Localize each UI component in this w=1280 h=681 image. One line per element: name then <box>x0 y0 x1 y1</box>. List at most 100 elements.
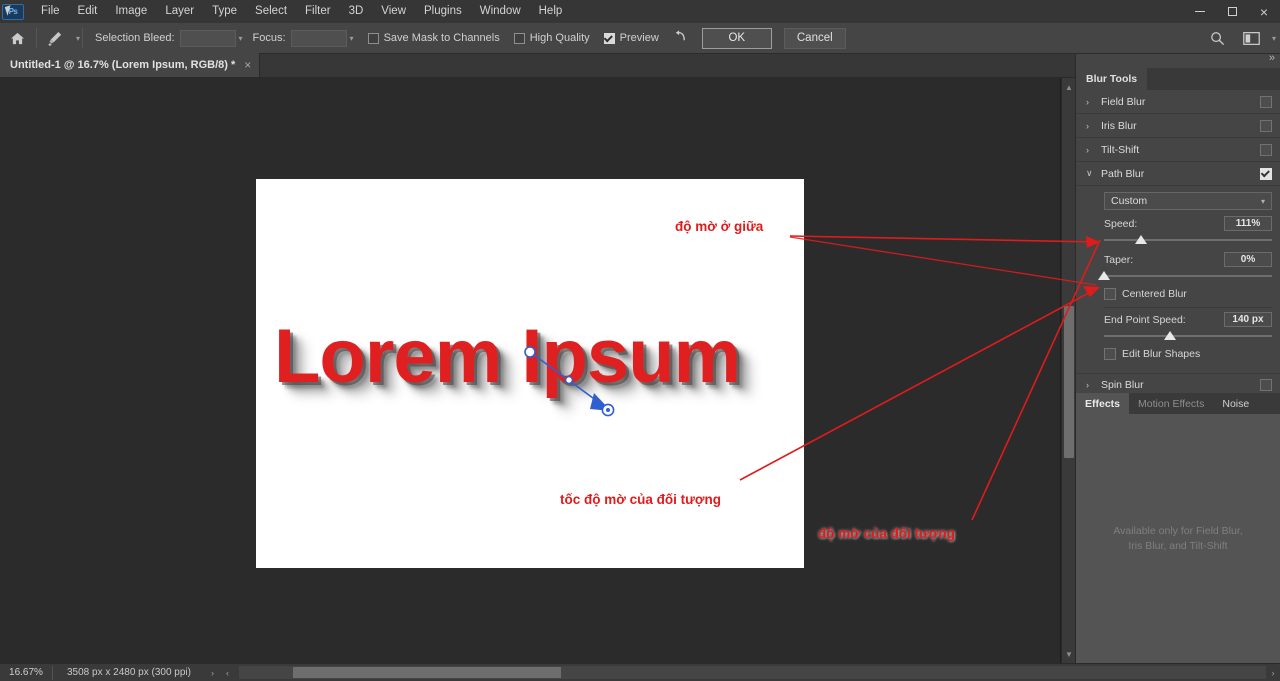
taper-label: Taper: <box>1104 254 1133 266</box>
menu-select[interactable]: Select <box>246 0 296 23</box>
menu-view[interactable]: View <box>372 0 415 23</box>
reset-button[interactable] <box>673 29 688 48</box>
selection-bleed-input[interactable] <box>180 30 236 47</box>
close-button[interactable]: × <box>1248 0 1280 23</box>
slider-thumb[interactable] <box>1135 235 1147 244</box>
high-quality-checkbox[interactable]: High Quality <box>514 32 590 44</box>
menu-type[interactable]: Type <box>203 0 246 23</box>
blur-path-start-handle[interactable] <box>525 347 535 357</box>
path-blur-enable-checkbox[interactable] <box>1260 168 1272 180</box>
canvas-area[interactable]: Lorem Ipsum <box>0 78 1060 663</box>
home-button[interactable] <box>0 23 34 53</box>
section-tilt-shift[interactable]: › Tilt-Shift <box>1076 138 1280 162</box>
speed-value[interactable]: 111% <box>1224 216 1272 231</box>
tool-chevron-down-icon[interactable]: ▾ <box>76 34 80 43</box>
speed-label: Speed: <box>1104 218 1137 230</box>
menu-3d[interactable]: 3D <box>340 0 373 23</box>
path-blur-path-overlay[interactable] <box>256 179 804 568</box>
end-point-speed-slider[interactable] <box>1104 330 1272 342</box>
status-chevron-right-icon[interactable]: › <box>205 668 220 678</box>
effects-unavailable-message: Available only for Field Blur, Iris Blur… <box>1113 524 1242 554</box>
focus-input[interactable] <box>291 30 347 47</box>
section-iris-blur[interactable]: › Iris Blur <box>1076 114 1280 138</box>
scrollbar-thumb[interactable] <box>1064 306 1074 458</box>
zoom-level[interactable]: 16.67% <box>0 667 52 678</box>
menu-file[interactable]: File <box>32 0 69 23</box>
section-spin-blur-label: Spin Blur <box>1101 379 1260 391</box>
artboard[interactable]: Lorem Ipsum <box>256 179 804 568</box>
section-path-blur[interactable]: ∨ Path Blur <box>1076 162 1280 186</box>
chevron-right-icon[interactable]: › <box>1086 380 1096 390</box>
path-blur-preset-value: Custom <box>1111 195 1147 207</box>
reset-undo-icon <box>673 29 688 43</box>
end-point-speed-value[interactable]: 140 px <box>1224 312 1272 327</box>
ok-button[interactable]: OK <box>702 28 772 49</box>
speed-slider[interactable] <box>1104 234 1272 246</box>
collapse-panel-arrows-icon[interactable]: » <box>1269 53 1275 67</box>
taper-slider[interactable] <box>1104 270 1272 282</box>
tab-blur-tools[interactable]: Blur Tools <box>1076 68 1147 90</box>
focus-chevron-down-icon[interactable]: ▾ <box>350 34 354 43</box>
field-blur-enable-checkbox[interactable] <box>1260 96 1272 108</box>
blur-gallery-tool-button[interactable] <box>39 23 73 53</box>
scrollbar-thumb[interactable] <box>293 667 561 678</box>
chevron-down-icon[interactable]: ∨ <box>1086 168 1096 179</box>
search-button[interactable] <box>1201 23 1235 53</box>
slider-thumb[interactable] <box>1164 331 1176 340</box>
section-path-blur-label: Path Blur <box>1101 168 1260 180</box>
workspace-button[interactable] <box>1235 23 1269 53</box>
iris-blur-enable-checkbox[interactable] <box>1260 120 1272 132</box>
scroll-up-arrow-icon[interactable]: ▲ <box>1062 80 1076 94</box>
end-point-speed-label: End Point Speed: <box>1104 314 1186 326</box>
section-tilt-shift-label: Tilt-Shift <box>1101 144 1260 156</box>
spin-blur-enable-checkbox[interactable] <box>1260 379 1272 391</box>
menu-filter[interactable]: Filter <box>296 0 340 23</box>
chevron-down-icon: ▾ <box>1261 197 1265 206</box>
path-blur-preset-select[interactable]: Custom ▾ <box>1104 192 1272 210</box>
document-tab[interactable]: Untitled-1 @ 16.7% (Lorem Ipsum, RGB/8) … <box>0 53 260 77</box>
tab-motion-effects[interactable]: Motion Effects <box>1129 393 1213 414</box>
chevron-right-icon[interactable]: › <box>1086 97 1096 107</box>
blur-path-mid-handle[interactable] <box>566 377 573 384</box>
scroll-down-arrow-icon[interactable]: ▼ <box>1062 647 1076 661</box>
slider-track <box>1104 239 1272 241</box>
chevron-right-icon[interactable]: › <box>1086 121 1096 131</box>
menu-edit[interactable]: Edit <box>69 0 107 23</box>
checkbox-box <box>368 33 379 44</box>
selection-bleed-chevron-down-icon[interactable]: ▾ <box>239 34 243 43</box>
slider-thumb[interactable] <box>1098 271 1110 280</box>
section-field-blur[interactable]: › Field Blur <box>1076 90 1280 114</box>
home-icon <box>10 32 25 45</box>
focus-label: Focus: <box>253 32 286 44</box>
menu-help[interactable]: Help <box>530 0 572 23</box>
horizontal-scrollbar[interactable] <box>239 666 1266 679</box>
selection-bleed-label: Selection Bleed: <box>95 32 175 44</box>
end-point-speed-row: End Point Speed: 140 px <box>1104 312 1272 327</box>
preview-checkbox[interactable]: Preview <box>604 32 659 44</box>
minimize-button[interactable] <box>1184 0 1216 23</box>
menu-layer[interactable]: Layer <box>156 0 203 23</box>
menu-image[interactable]: Image <box>106 0 156 23</box>
edit-blur-shapes-checkbox[interactable]: Edit Blur Shapes <box>1104 348 1272 360</box>
minimize-icon <box>1195 11 1205 12</box>
cancel-button[interactable]: Cancel <box>784 28 846 49</box>
canvas-vertical-scrollbar[interactable]: ▲ ▼ <box>1061 78 1075 663</box>
centered-blur-label: Centered Blur <box>1122 288 1187 300</box>
preview-label: Preview <box>620 32 659 44</box>
scroll-right-arrow-icon[interactable]: › <box>1266 668 1280 678</box>
tilt-shift-enable-checkbox[interactable] <box>1260 144 1272 156</box>
taper-value[interactable]: 0% <box>1224 252 1272 267</box>
chevron-right-icon[interactable]: › <box>1086 145 1096 155</box>
tab-effects[interactable]: Effects <box>1076 393 1129 414</box>
status-chevron-left-icon[interactable]: ‹ <box>220 668 235 678</box>
divider <box>36 28 37 48</box>
menu-plugins[interactable]: Plugins <box>415 0 471 23</box>
document-tab-close-icon[interactable]: × <box>244 58 251 72</box>
tab-noise[interactable]: Noise <box>1213 393 1258 414</box>
workspace-chevron-down-icon[interactable]: ▾ <box>1272 34 1276 43</box>
effects-tab-bar: Effects Motion Effects Noise <box>1076 393 1280 414</box>
menu-window[interactable]: Window <box>471 0 530 23</box>
save-mask-to-channels-checkbox[interactable]: Save Mask to Channels <box>368 32 500 44</box>
maximize-button[interactable] <box>1216 0 1248 23</box>
centered-blur-checkbox[interactable]: Centered Blur <box>1104 288 1272 300</box>
